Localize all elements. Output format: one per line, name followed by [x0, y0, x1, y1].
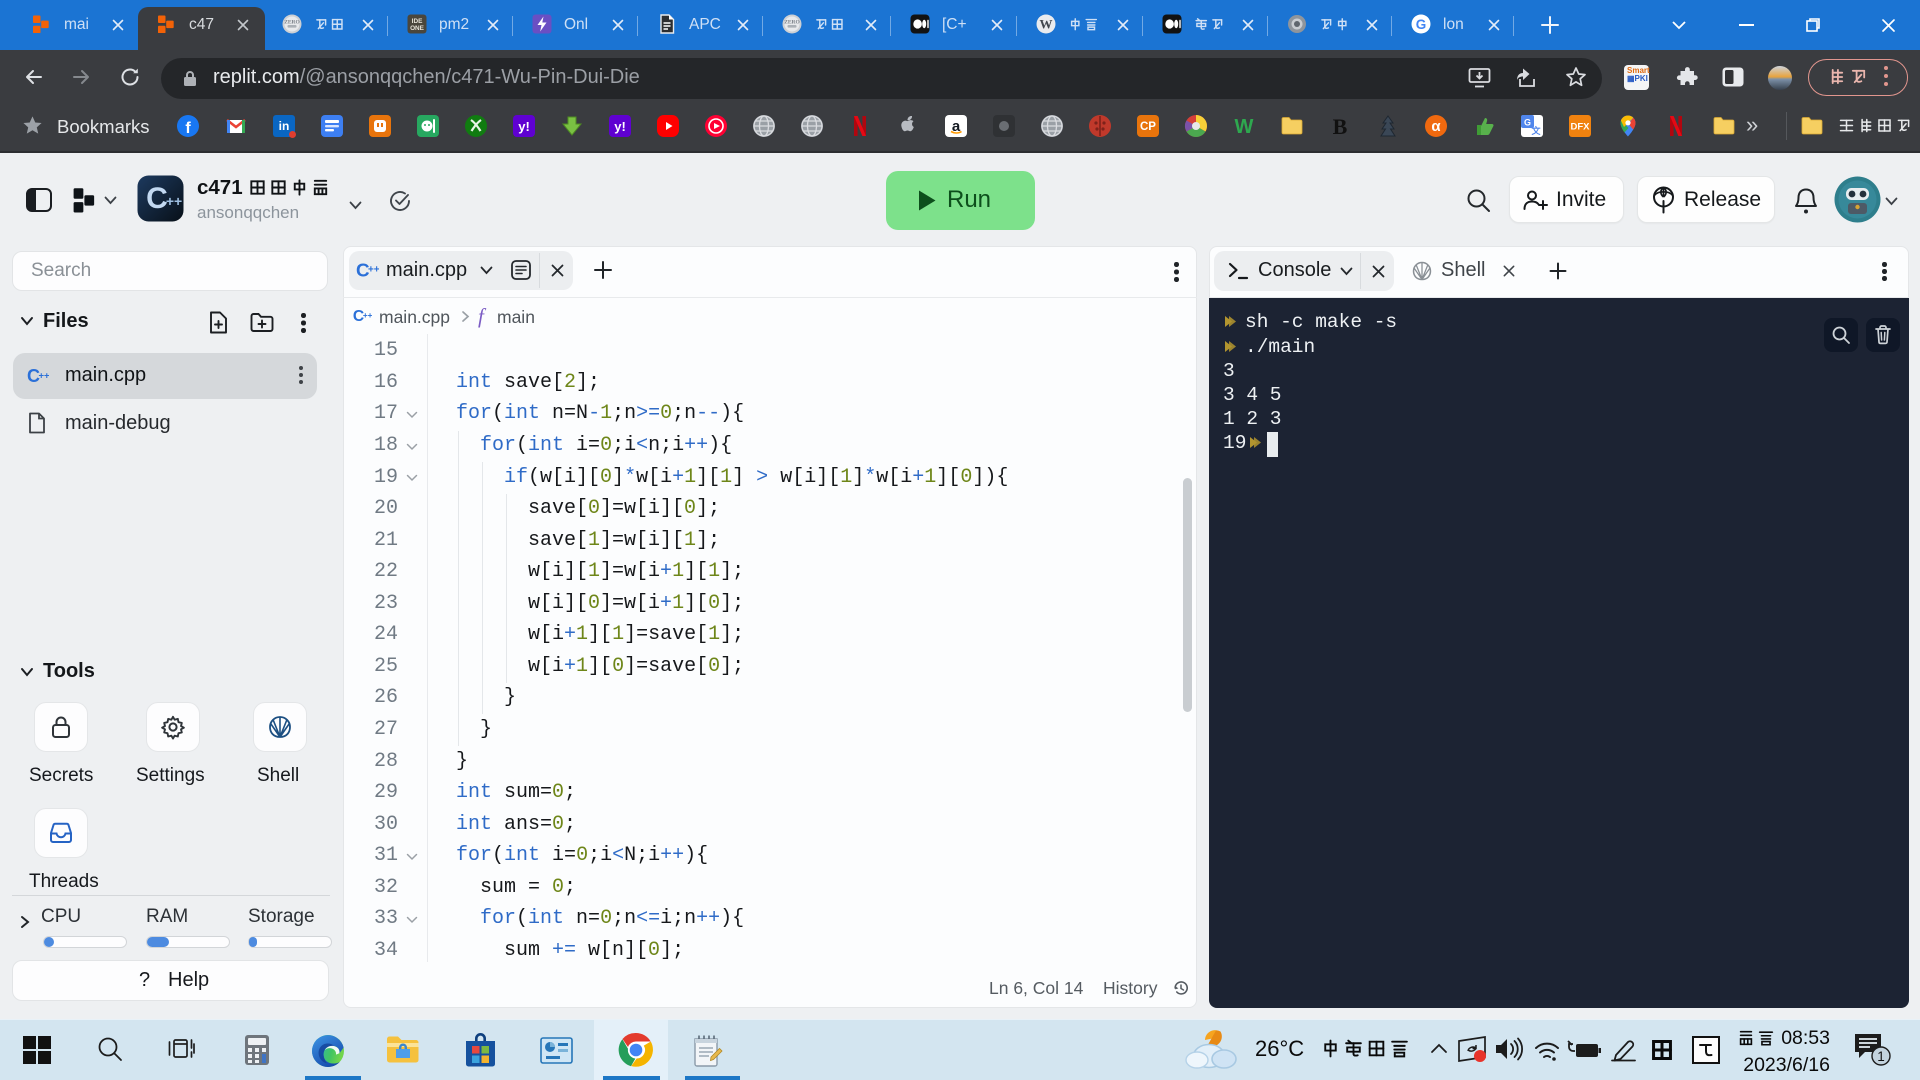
- svg-text:++: ++: [363, 311, 372, 320]
- svg-text:y!: y!: [614, 119, 626, 134]
- svg-text:in: in: [279, 119, 290, 133]
- svg-text:++: ++: [166, 193, 182, 209]
- svg-text:y!: y!: [518, 119, 530, 134]
- svg-text:DFX: DFX: [1571, 122, 1591, 133]
- svg-text:α: α: [1431, 118, 1441, 135]
- svg-text:++: ++: [368, 265, 379, 276]
- svg-text:f: f: [185, 120, 191, 137]
- svg-text:G: G: [1416, 17, 1427, 32]
- svg-text:ZERO: ZERO: [284, 20, 300, 26]
- svg-text:G: G: [1524, 118, 1531, 128]
- svg-text:C: C: [146, 182, 168, 215]
- svg-text:W: W: [1040, 17, 1053, 32]
- svg-text:IDE: IDE: [412, 18, 423, 25]
- svg-text:ONE: ONE: [410, 25, 425, 32]
- svg-text:B: B: [1333, 114, 1348, 138]
- svg-text:CP: CP: [1140, 121, 1156, 133]
- svg-text:++: ++: [38, 371, 49, 382]
- svg-text:ZERO: ZERO: [784, 20, 800, 26]
- svg-text:1: 1: [1877, 1049, 1885, 1064]
- svg-text:W: W: [1235, 116, 1254, 138]
- svg-text:文: 文: [1530, 125, 1541, 136]
